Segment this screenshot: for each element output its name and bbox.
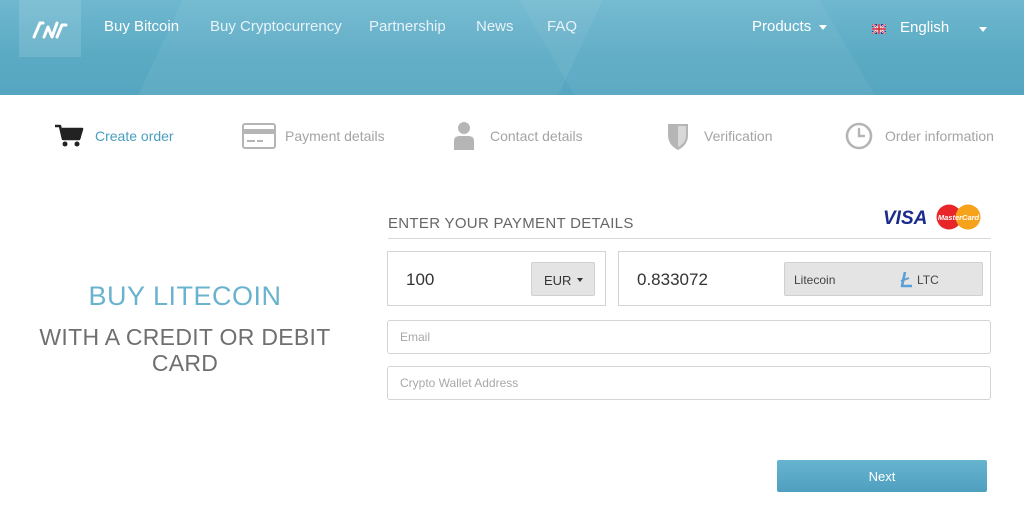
step-order-information: Order information [842,120,994,152]
chevron-down-icon [819,24,828,30]
litecoin-icon [900,271,912,288]
clock-icon [842,120,876,152]
products-dropdown[interactable]: Products [752,18,828,35]
step-label: Contact details [490,128,583,144]
crypto-amount-group: 0.833072 Litecoin LTC [618,251,991,306]
nav-partnership[interactable]: Partnership [369,18,446,35]
crypto-amount-input[interactable]: 0.833072 [637,270,708,290]
step-label: Verification [704,128,773,144]
visa-logo: VISA [883,208,927,229]
language-selector[interactable]: English [872,19,992,39]
shield-icon [661,120,695,152]
chevron-down-icon [577,278,583,282]
nav-buy-bitcoin[interactable]: Buy Bitcoin [104,18,179,35]
user-icon [447,120,481,152]
nav-news[interactable]: News [476,18,514,35]
step-create-order: Create order [52,120,174,152]
products-label: Products [752,18,812,35]
payment-details-heading: ENTER YOUR PAYMENT DETAILS [388,215,634,232]
hero-title: BUY LITECOIN [88,281,282,311]
logo-icon [32,21,68,38]
currency-label: EUR [544,273,572,288]
mastercard-logo: MasterCard [938,213,980,222]
hero-subtitle-line: WITH A CREDIT OR DEBIT [39,324,331,350]
step-contact-details: Contact details [447,120,583,152]
nav-faq[interactable]: FAQ [547,18,577,35]
credit-card-icon [242,120,276,152]
email-field[interactable] [387,320,991,354]
shopping-cart-icon [52,120,86,152]
language-label: English [900,19,950,36]
step-label: Create order [95,128,174,144]
step-label: Payment details [285,128,385,144]
wallet-address-field[interactable] [387,366,991,400]
next-button[interactable]: Next [777,460,987,492]
site-logo[interactable] [19,0,81,57]
uk-flag-icon [872,24,886,34]
site-header: Buy Bitcoin Buy Cryptocurrency Partnersh… [0,0,1024,95]
step-verification: Verification [661,120,772,152]
payment-cards-logo: VISA MasterCard [883,204,981,230]
crypto-select[interactable]: Litecoin LTC [784,262,983,296]
crypto-code-label: LTC [917,273,939,287]
hero-subtitle: WITH A CREDIT OR DEBIT CARD [30,324,340,376]
step-label: Order information [885,128,994,144]
crypto-name-label: Litecoin [794,273,836,287]
divider [388,238,991,239]
fiat-amount-input[interactable]: 100 [406,270,434,290]
fiat-amount-group: 100 EUR [387,251,606,306]
chevron-down-icon [979,27,987,32]
hero-subtitle-line: CARD [151,350,219,376]
currency-select[interactable]: EUR [531,262,595,296]
step-payment-details: Payment details [242,120,385,152]
nav-buy-cryptocurrency[interactable]: Buy Cryptocurrency [210,18,342,35]
